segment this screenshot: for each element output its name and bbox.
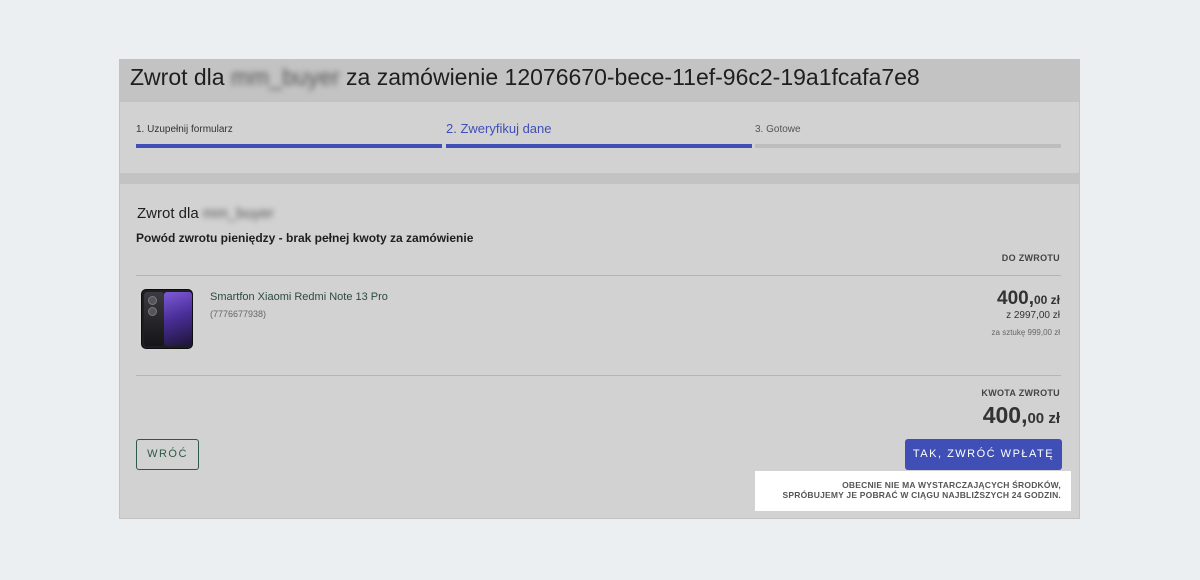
order-total: z 2997,00 zł [1006,310,1060,321]
divider [136,275,1061,276]
step-label: 3. Gotowe [755,124,801,135]
step-done: 3. Gotowe [755,118,1061,148]
product-name[interactable]: Smartfon Xiaomi Redmi Note 13 Pro [210,291,388,303]
buyer-name: mm_buyer [230,64,340,90]
page-title: Zwrot dla mm_buyer za zamówienie 1207667… [130,62,920,92]
buyer-name: mm_buyer [202,205,274,222]
title-prefix: Zwrot dla [130,64,225,90]
insufficient-funds-notice: OBECNIE NIE MA WYSTARCZAJĄCYCH ŚRODKÓW, … [755,471,1071,511]
column-header-to-refund: DO ZWROTU [1001,253,1060,263]
step-fill-form: 1. Uzupełnij formularz [136,118,442,148]
refund-total-label: KWOTA ZWROTU [981,388,1060,398]
section-title-prefix: Zwrot dla [137,205,199,222]
amount-cents: 00 zł [1033,293,1060,307]
unit-price: za sztukę 999,00 zł [991,328,1060,337]
section-title: Zwrot dla mm_buyer [137,205,274,222]
amount-main: 400, [997,288,1034,309]
step-bar [755,144,1061,148]
title-suffix: za zamówienie 12076670-bece-11ef-96c2-19… [346,64,920,90]
step-bar [446,144,752,148]
progress-stepper: 1. Uzupełnij formularz 2. Zweryfikuj dan… [136,118,1061,148]
notice-line: SPRÓBUJEMY JE POBRAĆ W CIĄGU NAJBLIŻSZYC… [782,490,1061,500]
step-label: 2. Zweryfikuj dane [446,121,552,136]
notice-line: OBECNIE NIE MA WYSTARCZAJĄCYCH ŚRODKÓW, [842,480,1061,490]
refund-reason: Powód zwrotu pieniędzy - brak pełnej kwo… [136,231,474,245]
camera-lens [148,307,157,316]
step-verify-data: 2. Zweryfikuj dane [446,118,752,148]
refund-panel: Zwrot dla mm_buyer za zamówienie 1207667… [119,59,1080,519]
confirm-refund-button[interactable]: TAK, ZWRÓĆ WPŁATĘ [905,439,1062,470]
back-button[interactable]: WRÓĆ [136,439,199,470]
title-bar: Zwrot dla mm_buyer za zamówienie 1207667… [120,60,1079,102]
step-bar [136,144,442,148]
product-id: (7776677938) [210,309,267,319]
divider [136,375,1061,376]
section-divider [120,173,1079,184]
phone-product-image [141,289,193,349]
step-label: 1. Uzupełnij formularz [136,124,233,135]
product-refund-amount: 400,00 zł [997,288,1060,310]
refund-amount-cents: 00 zł [1027,410,1060,427]
camera-lens [148,296,157,305]
refund-total-amount: 400,00 zł [983,402,1060,429]
refund-amount-main: 400, [982,402,1028,428]
